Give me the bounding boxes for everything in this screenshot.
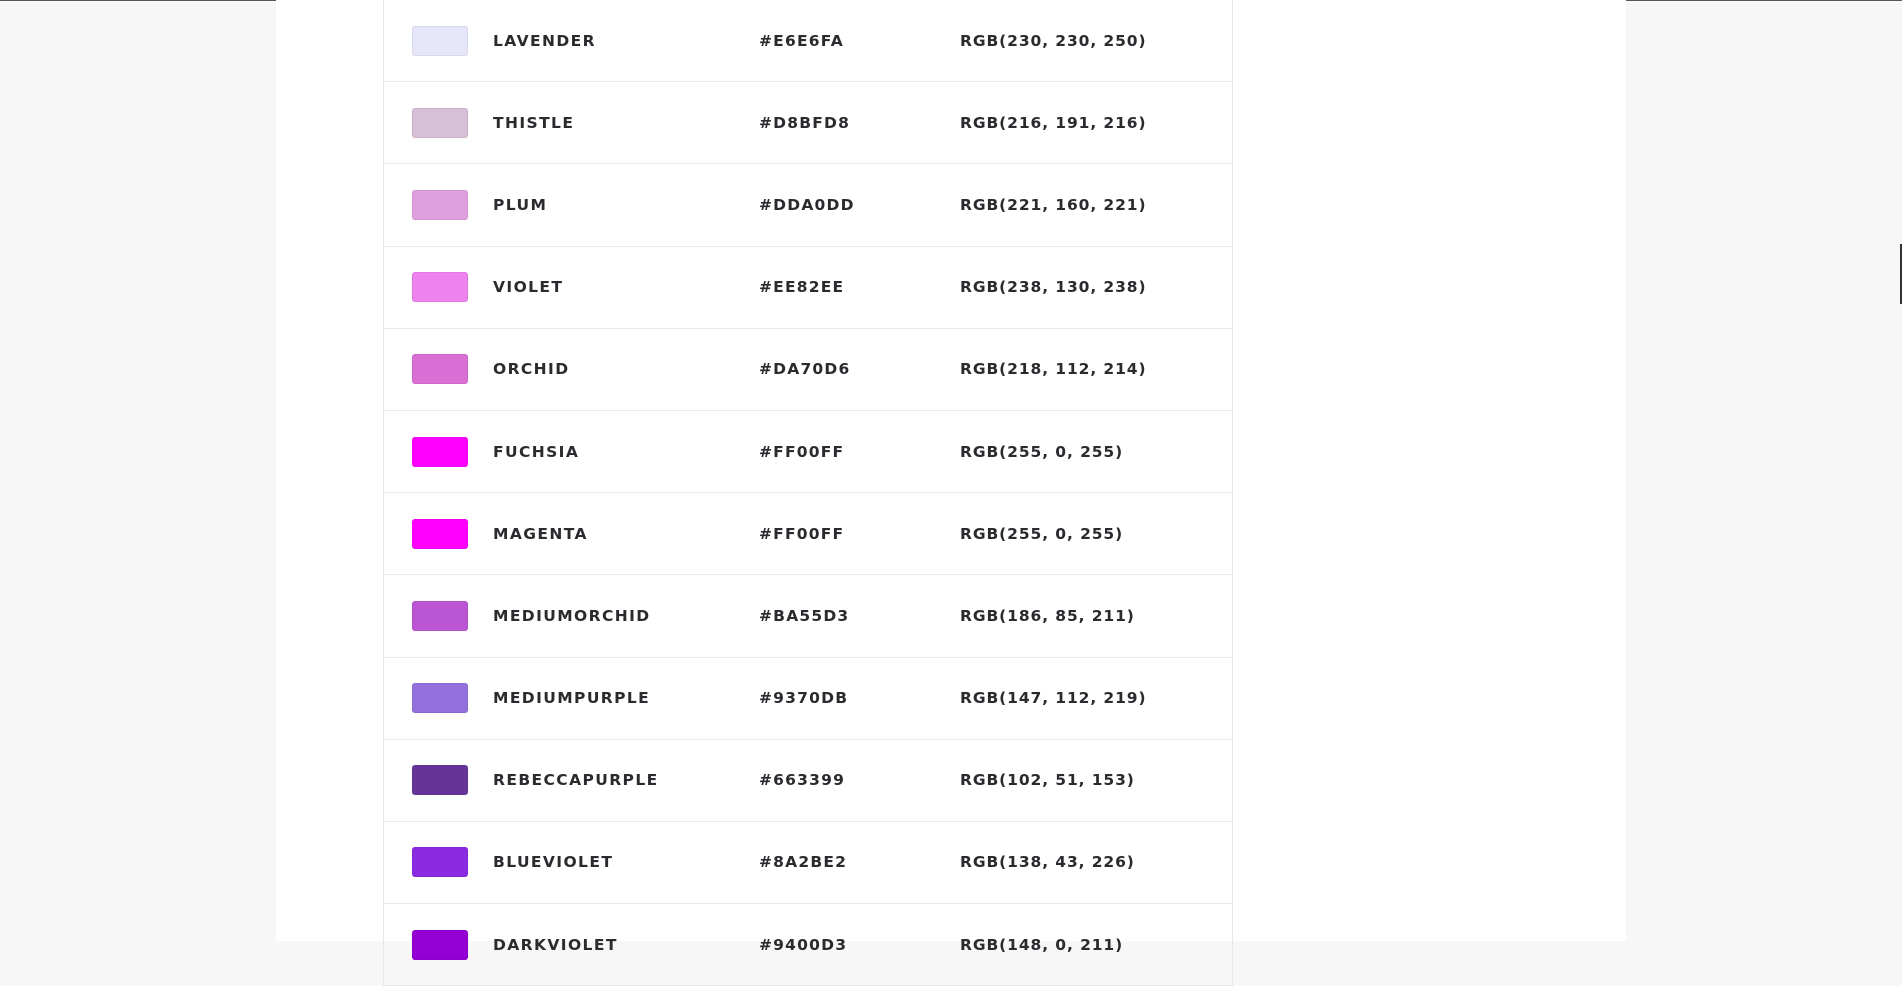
table-row: MAGENTA #FF00FF RGB(255, 0, 255)	[384, 493, 1232, 576]
table-row: REBECCAPURPLE #663399 RGB(102, 51, 153)	[384, 740, 1232, 822]
color-hex: #9370DB	[759, 689, 849, 708]
color-name: MEDIUMPURPLE	[493, 689, 651, 708]
color-hex: #DDA0DD	[759, 195, 855, 214]
color-name: LAVENDER	[493, 31, 596, 50]
color-name: PLUM	[493, 195, 548, 214]
color-rgb: RGB(186, 85, 211)	[960, 606, 1135, 625]
color-swatch	[412, 518, 468, 549]
color-swatch	[412, 107, 468, 138]
color-name: VIOLET	[493, 278, 564, 297]
color-swatch	[412, 929, 468, 960]
color-hex: #DA70D6	[759, 360, 851, 379]
color-hex: #D8BFD8	[759, 113, 851, 132]
color-swatch	[412, 765, 468, 796]
color-name: ORCHID	[493, 360, 570, 379]
color-name: THISTLE	[493, 113, 575, 132]
color-swatch	[412, 25, 468, 56]
color-swatch	[412, 189, 468, 220]
table-row: DARKVIOLET #9400D3 RGB(148, 0, 211)	[384, 904, 1232, 986]
table-row: MEDIUMPURPLE #9370DB RGB(147, 112, 219)	[384, 658, 1232, 740]
color-hex: #FF00FF	[759, 524, 845, 543]
color-name: MEDIUMORCHID	[493, 606, 651, 625]
color-rgb: RGB(255, 0, 255)	[960, 524, 1124, 543]
color-swatch	[412, 436, 468, 467]
color-rgb: RGB(255, 0, 255)	[960, 442, 1124, 461]
color-swatch	[412, 354, 468, 385]
color-rgb: RGB(218, 112, 214)	[960, 360, 1147, 379]
color-name: BLUEVIOLET	[493, 853, 614, 872]
color-hex: #8A2BE2	[759, 853, 848, 872]
color-name: REBECCAPURPLE	[493, 771, 659, 790]
table-row: FUCHSIA #FF00FF RGB(255, 0, 255)	[384, 411, 1232, 494]
color-name: MAGENTA	[493, 524, 588, 543]
table-row: PLUM #DDA0DD RGB(221, 160, 221)	[384, 164, 1232, 247]
color-swatch	[412, 847, 468, 878]
color-rgb: RGB(230, 230, 250)	[960, 31, 1147, 50]
table-row: ORCHID #DA70D6 RGB(218, 112, 214)	[384, 329, 1232, 411]
table-row: BLUEVIOLET #8A2BE2 RGB(138, 43, 226)	[384, 822, 1232, 905]
color-hex: #E6E6FA	[759, 31, 844, 50]
table-row: VIOLET #EE82EE RGB(238, 130, 238)	[384, 247, 1232, 329]
color-rgb: RGB(216, 191, 216)	[960, 113, 1147, 132]
color-rgb: RGB(138, 43, 226)	[960, 853, 1135, 872]
color-rgb: RGB(238, 130, 238)	[960, 278, 1147, 297]
color-swatch	[412, 272, 468, 303]
color-table: LAVENDER #E6E6FA RGB(230, 230, 250) THIS…	[383, 0, 1233, 986]
color-rgb: RGB(147, 112, 219)	[960, 689, 1147, 708]
color-swatch	[412, 683, 468, 714]
color-rgb: RGB(102, 51, 153)	[960, 771, 1135, 790]
table-row: LAVENDER #E6E6FA RGB(230, 230, 250)	[384, 0, 1232, 83]
color-rgb: RGB(148, 0, 211)	[960, 935, 1124, 954]
color-rgb: RGB(221, 160, 221)	[960, 195, 1147, 214]
color-hex: #BA55D3	[759, 606, 850, 625]
content-panel: LAVENDER #E6E6FA RGB(230, 230, 250) THIS…	[276, 0, 1626, 986]
color-swatch	[412, 600, 468, 631]
table-row: MEDIUMORCHID #BA55D3 RGB(186, 85, 211)	[384, 575, 1232, 658]
table-row: THISTLE #D8BFD8 RGB(216, 191, 216)	[384, 82, 1232, 165]
color-hex: #EE82EE	[759, 278, 845, 297]
color-hex: #663399	[759, 771, 846, 790]
color-hex: #FF00FF	[759, 442, 845, 461]
color-name: FUCHSIA	[493, 442, 580, 461]
color-name: DARKVIOLET	[493, 935, 618, 954]
color-hex: #9400D3	[759, 935, 848, 954]
